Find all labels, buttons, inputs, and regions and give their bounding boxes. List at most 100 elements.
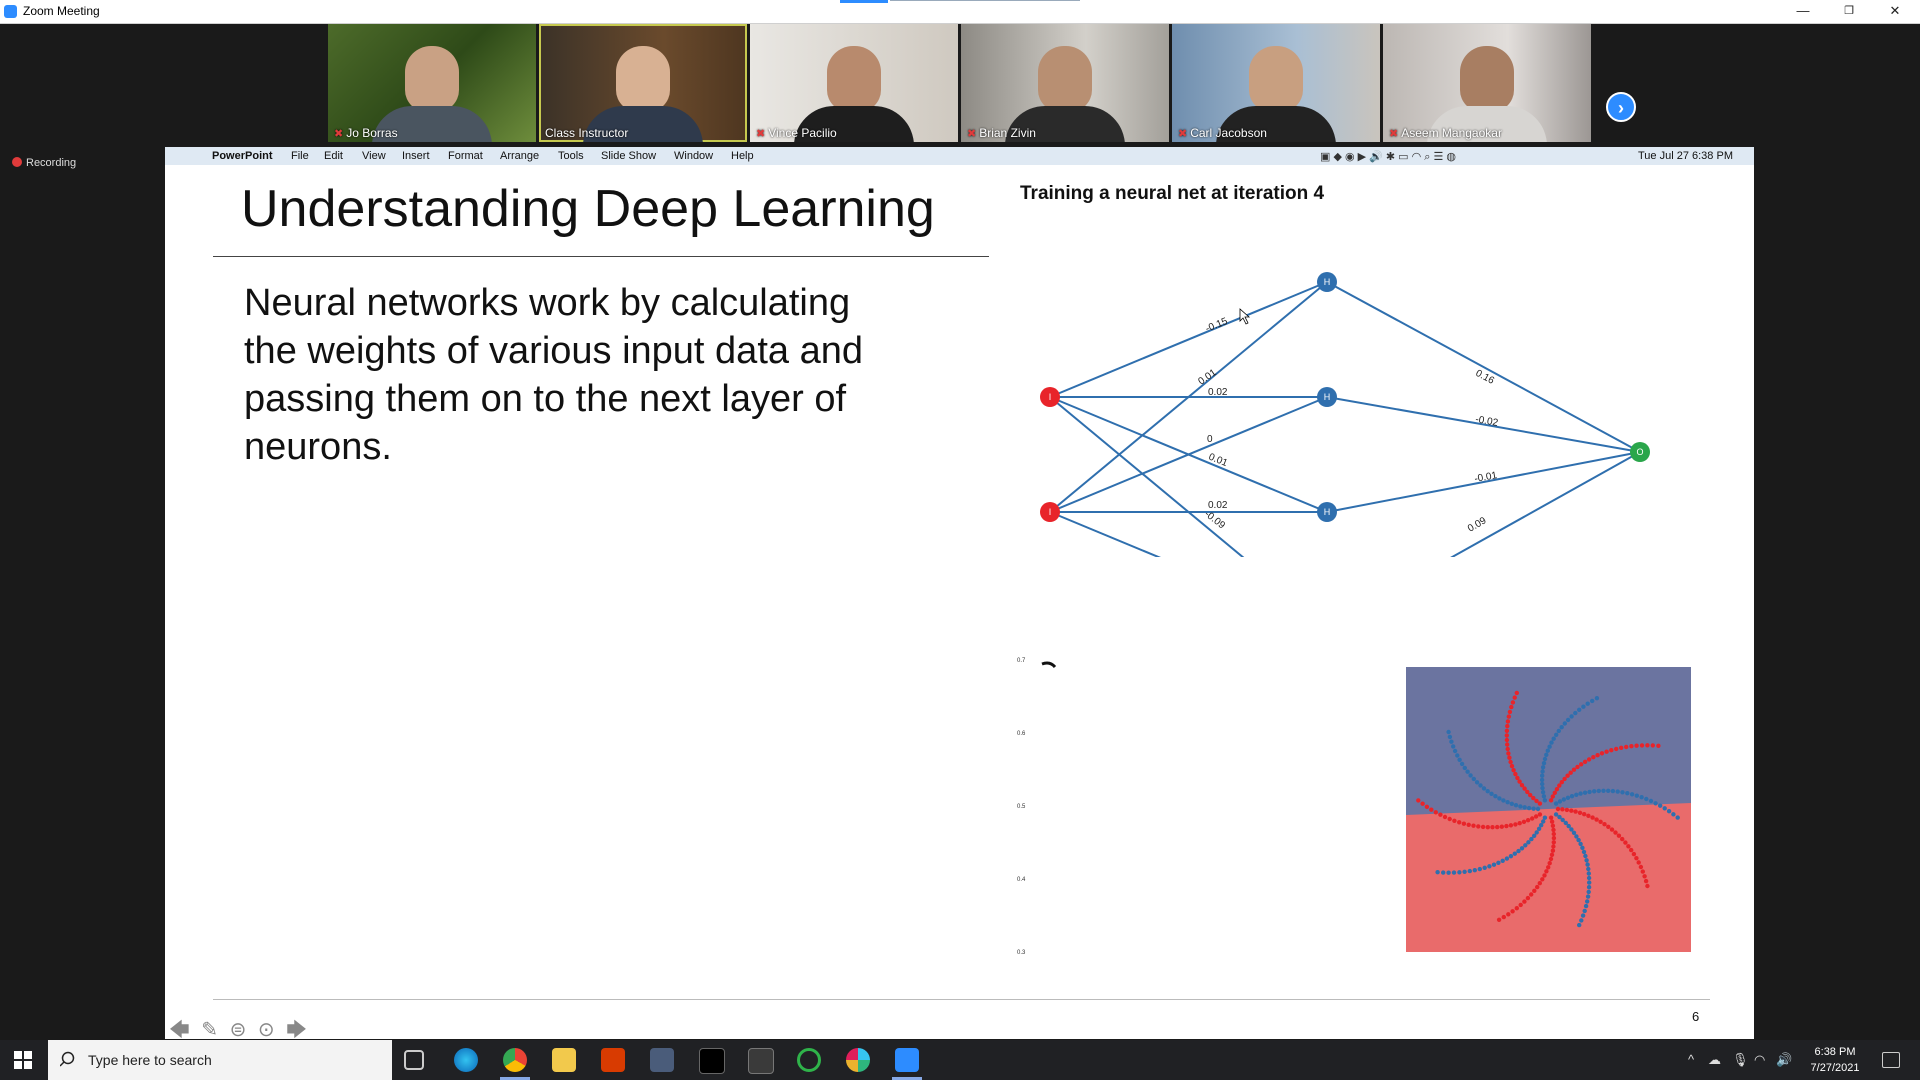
more-options-icon[interactable]: ⊙ — [258, 1019, 275, 1039]
data-point — [1585, 862, 1590, 867]
task-view-icon[interactable] — [404, 1050, 424, 1070]
menu-help[interactable]: Help — [731, 150, 754, 162]
data-point — [1598, 819, 1603, 824]
tray-chevron-icon[interactable]: ^ — [1688, 1052, 1694, 1067]
terminal-icon[interactable] — [699, 1048, 725, 1074]
participant-tile[interactable]: ✖ Aseem Mangaokar — [1383, 24, 1591, 142]
participant-tile[interactable]: ✖ Jo Borras — [328, 24, 536, 142]
menu-tools[interactable]: Tools — [558, 150, 584, 162]
menubar-clock[interactable]: Tue Jul 27 6:38 PM — [1638, 150, 1733, 162]
calculator-icon[interactable] — [650, 1048, 674, 1072]
close-button[interactable]: ✕ — [1872, 0, 1918, 23]
data-point — [1510, 700, 1516, 705]
next-page-chevron-icon[interactable]: › — [1606, 92, 1636, 122]
menu-edit[interactable]: Edit — [324, 150, 343, 162]
volume-icon[interactable]: 🔊 — [1776, 1052, 1792, 1068]
data-point — [1497, 796, 1502, 801]
data-point — [1525, 818, 1531, 823]
data-point — [1472, 868, 1477, 873]
data-point — [1530, 816, 1535, 821]
data-point — [1536, 826, 1542, 831]
clock-date: 7/27/2021 — [1810, 1062, 1860, 1074]
data-point — [1546, 865, 1551, 870]
data-point — [1465, 769, 1470, 774]
app-green-icon[interactable] — [797, 1048, 821, 1072]
data-point — [1582, 908, 1587, 914]
taskbar-search-box[interactable]: Type here to search — [48, 1040, 392, 1080]
participant-tile[interactable]: Class Instructor — [539, 24, 747, 142]
data-point — [1551, 840, 1556, 845]
network-edges — [1049, 281, 1641, 557]
menu-view[interactable]: View — [362, 150, 386, 162]
data-point — [1648, 798, 1654, 804]
zoom-taskbar-icon[interactable] — [895, 1048, 919, 1072]
pen-icon[interactable]: ✎ — [201, 1019, 218, 1039]
onedrive-cloud-icon[interactable]: ☁ — [1708, 1052, 1721, 1068]
menu-slide-show[interactable]: Slide Show — [601, 150, 656, 162]
menu-app-name[interactable]: PowerPoint — [212, 150, 273, 162]
weight-label: -0.02 — [1474, 414, 1499, 429]
participant-tile[interactable]: ✖ Vince Pacilio — [750, 24, 958, 142]
data-point — [1447, 816, 1452, 822]
slides-overview-icon[interactable]: ⊜ — [230, 1019, 247, 1039]
data-point — [1542, 756, 1548, 762]
y-tick-label: 0.5 — [1017, 804, 1026, 810]
data-point — [1666, 809, 1672, 814]
restore-button[interactable]: ❐ — [1826, 0, 1872, 23]
data-point — [1582, 812, 1587, 817]
data-point — [1508, 759, 1513, 765]
file-explorer-icon[interactable] — [552, 1048, 576, 1072]
next-arrow-icon[interactable]: 🡆 — [286, 1019, 307, 1039]
data-point — [1495, 824, 1500, 830]
share-indicator — [840, 0, 888, 3]
footer-divider — [213, 999, 1710, 1000]
data-point — [1562, 721, 1567, 726]
slack-icon[interactable] — [846, 1048, 870, 1072]
data-point — [1507, 755, 1512, 760]
decision-boundary-plot — [1406, 667, 1691, 952]
participant-tile[interactable]: ✖ Brian Zivin — [961, 24, 1169, 142]
office-icon[interactable] — [601, 1048, 625, 1072]
menu-arrange[interactable]: Arrange — [500, 150, 539, 162]
data-point — [1514, 690, 1519, 696]
data-point — [1462, 869, 1467, 874]
previous-arrow-icon[interactable]: 🡄 — [169, 1019, 190, 1039]
command-prompt-icon[interactable] — [748, 1048, 774, 1074]
data-point — [1569, 808, 1574, 813]
data-point — [1578, 841, 1583, 847]
menu-file[interactable]: File — [291, 150, 309, 162]
y-tick-label: 0.4 — [1017, 877, 1026, 883]
microphone-icon[interactable]: 🎙 — [1732, 1052, 1749, 1068]
shared-screen: PowerPoint File Edit View Insert Format … — [165, 147, 1754, 1039]
data-point — [1540, 785, 1545, 791]
search-placeholder: Type here to search — [88, 1052, 212, 1068]
data-point — [1549, 740, 1554, 745]
data-point — [1548, 856, 1554, 862]
taskbar-clock[interactable]: 6:38 PM 7/27/2021 — [1800, 1044, 1870, 1076]
data-point — [1542, 873, 1547, 878]
data-point — [1490, 825, 1495, 830]
data-point — [1513, 771, 1518, 777]
network-icon[interactable]: ◠ — [1754, 1052, 1765, 1068]
menu-window[interactable]: Window — [674, 150, 713, 162]
slide-title: Understanding Deep Learning — [241, 180, 935, 238]
mic-muted-icon: ✖ — [1389, 128, 1399, 140]
edge-browser-icon[interactable] — [454, 1048, 478, 1072]
data-point — [1626, 844, 1631, 849]
menu-format[interactable]: Format — [448, 150, 483, 162]
recording-indicator[interactable]: Recording — [12, 157, 76, 169]
data-point — [1452, 818, 1457, 823]
chrome-browser-icon[interactable] — [503, 1048, 527, 1072]
data-point — [1512, 851, 1517, 856]
menu-insert[interactable]: Insert — [402, 150, 430, 162]
data-point — [1631, 851, 1637, 857]
data-point — [1504, 737, 1510, 743]
windows-start-icon[interactable] — [14, 1051, 32, 1069]
data-point — [1634, 743, 1639, 748]
data-point — [1517, 779, 1522, 784]
notifications-icon[interactable] — [1882, 1052, 1900, 1068]
participant-tile[interactable]: ✖ Carl Jacobson — [1172, 24, 1380, 142]
data-point — [1471, 776, 1476, 782]
minimize-button[interactable]: — — [1780, 0, 1826, 23]
menubar-status-icons[interactable]: ▣ ◆ ◉ ▶ 🔊 ✱ ▭ ◠ ⌕ ☰ ◍ — [1320, 150, 1456, 164]
